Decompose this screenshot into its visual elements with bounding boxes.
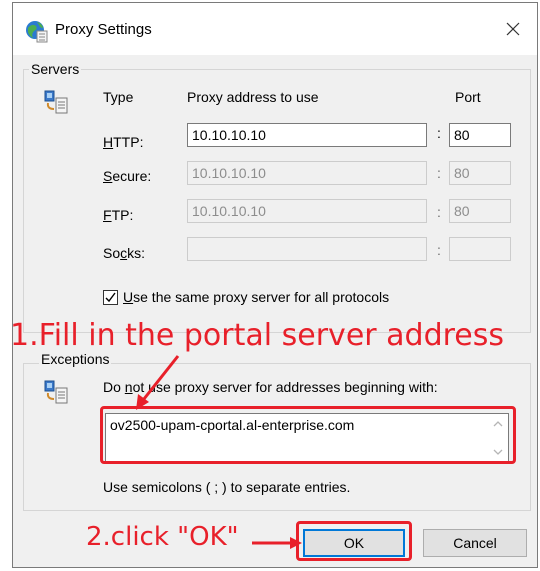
http-port-input[interactable]: 80 [449, 123, 511, 147]
ftp-address-input[interactable]: 10.10.10.10 [187, 199, 427, 223]
annotation-exceptions-highlight [100, 406, 516, 464]
http-label: HTTP: [103, 134, 144, 150]
proxy-settings-dialog: Proxy Settings Servers Type Proxy addres… [12, 2, 538, 568]
http-address-input[interactable]: 10.10.10.10 [187, 123, 427, 147]
ftp-port-input[interactable]: 80 [449, 199, 511, 223]
exceptions-icon [44, 380, 68, 404]
close-icon [506, 22, 520, 36]
socks-address-input[interactable] [187, 237, 427, 261]
servers-icon [44, 90, 68, 114]
column-header-address: Proxy address to use [187, 89, 319, 105]
title-bar: Proxy Settings [13, 3, 537, 55]
socks-label: Socks: [103, 245, 146, 261]
secure-label: Secure: [103, 168, 152, 184]
ftp-label: FTP: [103, 207, 134, 223]
socks-port-input[interactable] [449, 237, 511, 261]
secure-port-input[interactable]: 80 [449, 161, 511, 185]
dialog-title: Proxy Settings [55, 21, 152, 38]
close-button[interactable] [499, 15, 527, 43]
annotation-ok-highlight [296, 521, 412, 561]
socks-colon: : [437, 242, 441, 258]
exceptions-hint: Use semicolons ( ; ) to separate entries… [103, 479, 351, 495]
globe-icon [26, 21, 48, 43]
annotation-step1: 1.Fill in the portal server address [10, 318, 505, 353]
cancel-button[interactable]: Cancel [423, 529, 527, 557]
annotation-step2: 2.click "OK" [86, 522, 239, 552]
servers-legend: Servers [29, 61, 82, 77]
same-proxy-label: Use the same proxy server for all protoc… [123, 289, 390, 305]
secure-address-input[interactable]: 10.10.10.10 [187, 161, 427, 185]
secure-colon: : [437, 165, 441, 181]
http-colon: : [437, 125, 441, 141]
same-proxy-checkbox[interactable] [103, 290, 118, 305]
checkmark-icon [105, 292, 116, 303]
ftp-colon: : [437, 204, 441, 220]
column-header-type: Type [103, 89, 134, 105]
column-header-port: Port [455, 89, 481, 105]
exceptions-description: Do not use proxy server for addresses be… [103, 379, 438, 395]
exceptions-legend: Exceptions [39, 351, 112, 367]
